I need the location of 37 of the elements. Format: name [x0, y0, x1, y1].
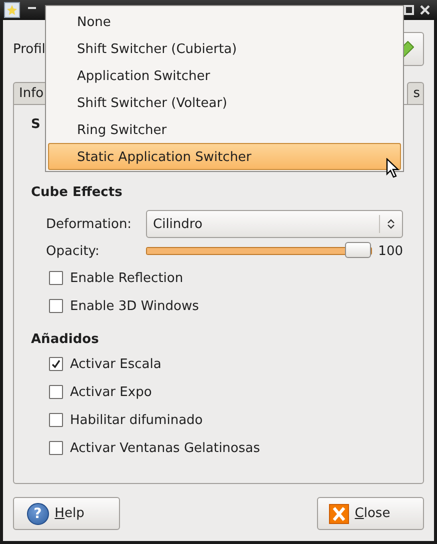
checkbox[interactable]	[49, 413, 63, 427]
close-icon	[328, 504, 349, 524]
app-icon	[4, 2, 20, 18]
tab[interactable]: s	[407, 82, 424, 104]
field-label: Opacity:	[46, 244, 100, 258]
maximize-icon[interactable]	[403, 4, 415, 16]
menu-item[interactable]: Static Application Switcher	[48, 143, 401, 170]
checkbox[interactable]	[49, 271, 63, 285]
menu-item[interactable]: Ring Switcher	[48, 116, 401, 143]
close-icon[interactable]	[419, 4, 431, 16]
checkbox-label: Activar Expo	[70, 384, 152, 400]
close-button[interactable]: Close	[317, 497, 424, 530]
checkbox-label: Habilitar difuminado	[70, 412, 203, 428]
checkbox[interactable]	[49, 357, 63, 371]
menu-item[interactable]: Shift Switcher (Cubierta)	[48, 35, 401, 62]
checkbox-label: Activar Escala	[70, 356, 162, 372]
profile-label: Profil	[13, 42, 46, 56]
menu-item[interactable]: Shift Switcher (Voltear)	[48, 89, 401, 116]
help-icon: ?	[26, 502, 49, 524]
field-label: Deformation:	[46, 216, 133, 232]
checkbox[interactable]	[49, 385, 63, 399]
tab[interactable]: Info	[13, 82, 48, 104]
slider-value: 100	[378, 244, 403, 258]
help-button[interactable]: ? Help	[13, 497, 120, 530]
section-heading: Añadidos	[31, 331, 99, 349]
dropdown[interactable]: Cilindro	[146, 210, 403, 238]
menu-item[interactable]: None	[48, 8, 401, 35]
checkbox[interactable]	[49, 299, 63, 313]
slider-thumb[interactable]	[345, 242, 372, 258]
checkbox-label: Activar Ventanas Gelatinosas	[70, 440, 260, 456]
cursor-icon	[386, 158, 400, 178]
menu-item[interactable]: Application Switcher	[48, 62, 401, 89]
section-heading: S	[31, 116, 40, 134]
checkbox-label: Enable 3D Windows	[70, 298, 199, 314]
checkbox-label: Enable Reflection	[70, 270, 184, 286]
checkbox[interactable]	[49, 441, 63, 455]
section-heading: Cube Effects	[31, 184, 122, 202]
